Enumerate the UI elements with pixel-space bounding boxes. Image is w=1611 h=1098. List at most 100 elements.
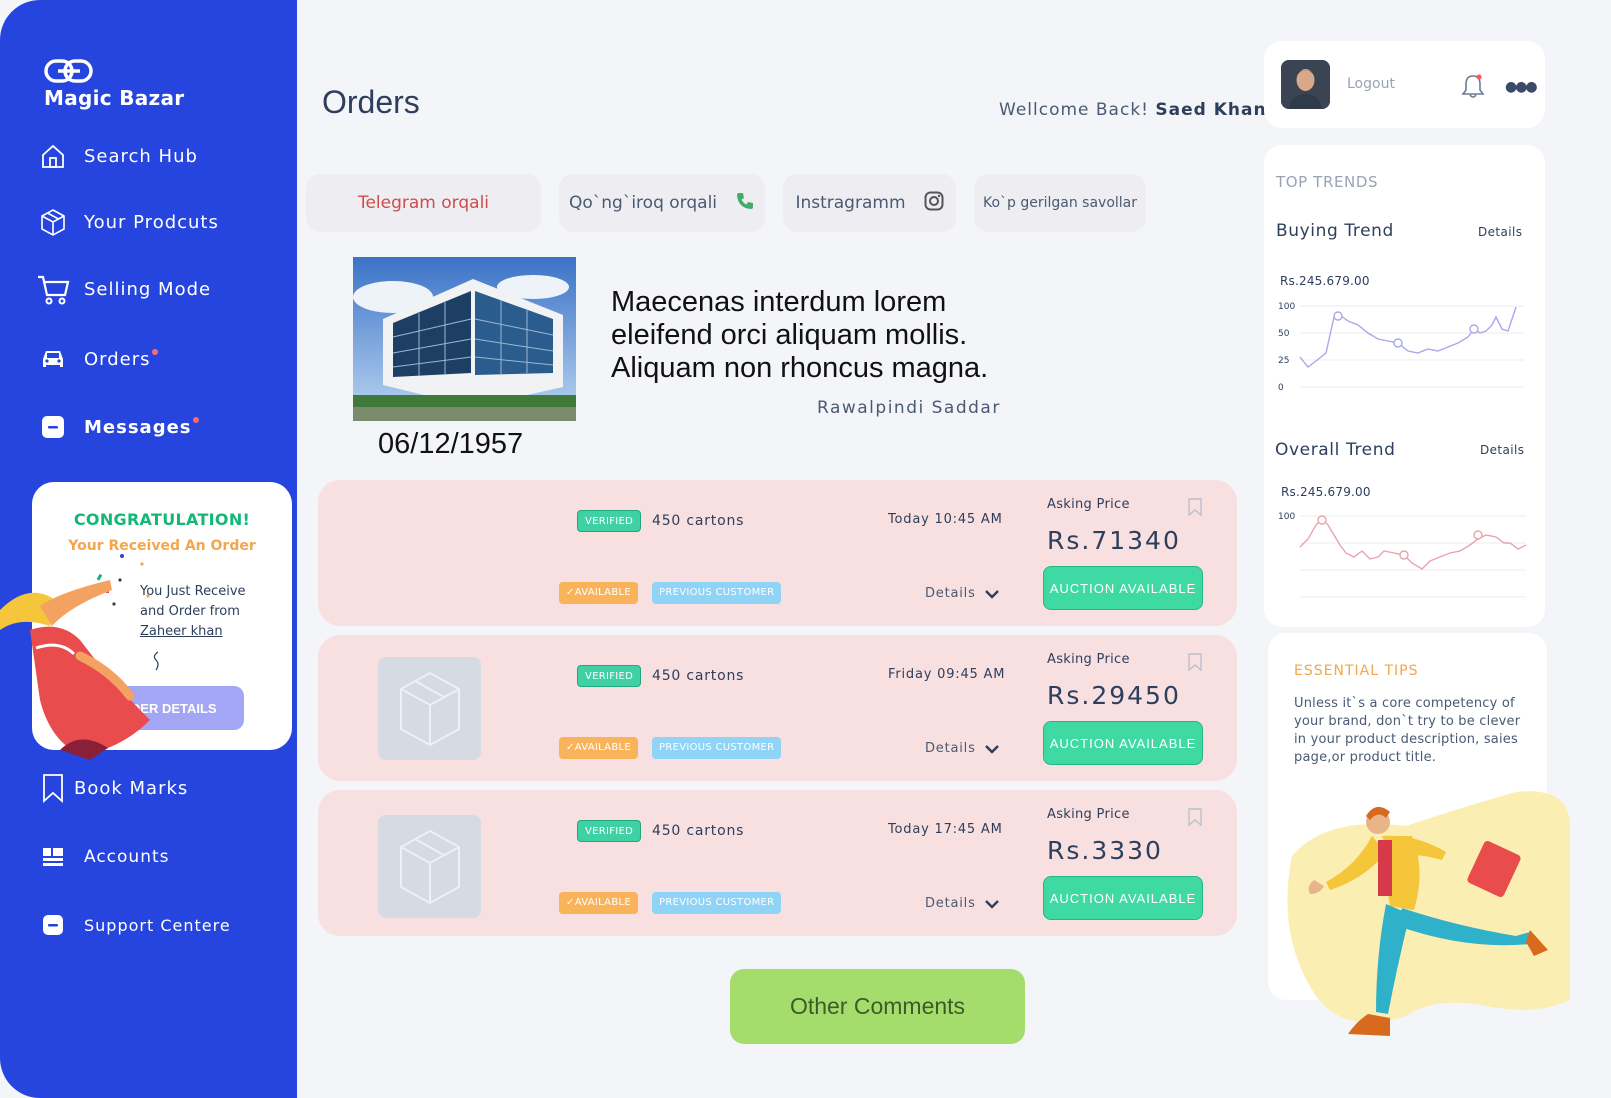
bookmark-icon[interactable] xyxy=(1187,498,1203,516)
nav-support[interactable]: Support Centere xyxy=(36,908,231,942)
previous-customer-badge: PREVIOUS CUSTOMER xyxy=(652,737,782,759)
buying-trend-chart: 100 50 25 0 xyxy=(1278,302,1524,393)
overall-trend-value: Rs.245.679.00 xyxy=(1281,485,1371,499)
tips-body: Unless it`s a core competency of your br… xyxy=(1294,696,1521,765)
bookmark-icon xyxy=(36,771,70,805)
cart-icon xyxy=(36,272,70,306)
overall-trend-chart: 100 xyxy=(1278,512,1527,598)
available-badge: ✓AVAILABLE xyxy=(559,892,638,914)
details-toggle[interactable]: Details xyxy=(925,586,1000,601)
faq-pill[interactable]: Ko`p gerilgan savollar xyxy=(974,174,1146,232)
chevron-down-icon xyxy=(984,589,999,599)
order-card[interactable]: VERIFIED 450 cartons Friday 09:45 AM ✓AV… xyxy=(318,635,1237,781)
phone-pill[interactable]: Qo`ng`iroq orqali xyxy=(559,174,765,232)
tick-label: 100 xyxy=(1278,512,1295,522)
tick-label: 0 xyxy=(1278,383,1284,393)
brand-logo[interactable]: Magic Bazar xyxy=(44,58,184,110)
auction-button[interactable]: AUCTION AVAILABLE xyxy=(1043,721,1203,765)
trends-header: TOP TRENDS xyxy=(1276,173,1379,191)
logout-link[interactable]: Logout xyxy=(1347,76,1395,92)
order-quantity: 450 cartons xyxy=(652,668,745,684)
asking-price-label: Asking Price xyxy=(1047,497,1130,512)
nav-label: Accounts xyxy=(84,847,170,867)
buying-trend-details[interactable]: Details xyxy=(1478,225,1522,239)
auction-button[interactable]: AUCTION AVAILABLE xyxy=(1043,876,1203,920)
overall-trend-details[interactable]: Details xyxy=(1480,443,1524,457)
nav-accounts[interactable]: Accounts xyxy=(36,840,170,874)
tips-header: ESSENTIAL TIPS xyxy=(1294,663,1419,679)
asking-price-label: Asking Price xyxy=(1047,652,1130,667)
box-placeholder-icon xyxy=(399,829,460,904)
order-time: Friday 09:45 AM xyxy=(888,667,1006,682)
pill-label: Qo`ng`iroq orqali xyxy=(568,193,718,213)
order-price: Rs.29450 xyxy=(1047,681,1181,710)
order-quantity: 450 cartons xyxy=(652,513,745,529)
nav-label: Orders xyxy=(84,348,158,370)
pill-label: Instragramm xyxy=(795,193,906,213)
congrats-title: CONGRATULATION! xyxy=(73,510,251,529)
avatar[interactable] xyxy=(1281,60,1330,109)
verified-badge: VERIFIED xyxy=(577,665,642,687)
product-thumbnail xyxy=(378,815,481,918)
pill-label: Ko`p gerilgan savollar xyxy=(982,195,1138,211)
profile-card: Logout ●●● xyxy=(1264,41,1545,128)
brand-name: Magic Bazar xyxy=(44,86,185,110)
phone-icon xyxy=(735,191,755,216)
building-photo xyxy=(353,257,576,421)
nav-your-products[interactable]: Your Prodcuts xyxy=(36,205,219,239)
page-title: Orders xyxy=(322,84,420,120)
tick-label: 25 xyxy=(1278,356,1289,366)
order-time: Today 17:45 AM xyxy=(888,822,1003,837)
nav-orders[interactable]: Orders xyxy=(36,342,158,376)
shopper-illustration xyxy=(1287,791,1570,1036)
nav-label: Search Hub xyxy=(84,145,198,167)
nav-selling-mode[interactable]: Selling Mode xyxy=(36,272,211,306)
buying-trend-title: Buying Trend xyxy=(1276,221,1394,241)
feature-location: Rawalpindi Saddar xyxy=(817,398,1001,418)
tick-label: 50 xyxy=(1278,329,1290,339)
order-quantity: 450 cartons xyxy=(652,823,745,839)
nav-label: Support Centere xyxy=(84,915,231,935)
nav-label: Messages xyxy=(84,416,199,438)
order-price: Rs.3330 xyxy=(1047,836,1163,865)
notification-dot xyxy=(192,416,199,423)
overall-trend-title: Overall Trend xyxy=(1275,440,1396,460)
instagram-pill[interactable]: Instragramm xyxy=(783,174,956,232)
verified-badge: VERIFIED xyxy=(577,820,642,842)
nav-label: Selling Mode xyxy=(84,278,212,300)
chevron-down-icon xyxy=(984,899,999,909)
box-placeholder-icon xyxy=(399,671,460,746)
order-card[interactable]: VERIFIED 450 cartons Today 17:45 AM ✓AVA… xyxy=(318,790,1237,936)
message-icon xyxy=(36,410,70,444)
nav-search-hub[interactable]: Search Hub xyxy=(36,139,198,173)
nav-book-marks[interactable]: Book Marks xyxy=(36,771,188,805)
tick-label: 100 xyxy=(1278,302,1295,312)
bookmark-icon[interactable] xyxy=(1187,653,1203,671)
details-toggle[interactable]: Details xyxy=(925,896,1000,911)
order-card[interactable]: VERIFIED 450 cartons Today 10:45 AM ✓AVA… xyxy=(318,480,1237,626)
telegram-pill[interactable]: Telegram orqali xyxy=(306,174,541,232)
bookmark-icon[interactable] xyxy=(1187,808,1203,826)
product-thumbnail xyxy=(378,657,481,760)
list-icon xyxy=(36,840,70,874)
nav-label: Book Marks xyxy=(74,777,189,799)
other-comments-button[interactable]: Other Comments xyxy=(730,969,1025,1044)
order-time: Today 10:45 AM xyxy=(888,512,1003,527)
instagram-icon xyxy=(924,191,944,216)
trends-card: TOP TRENDS Buying Trend Details Rs.245.6… xyxy=(1264,145,1545,627)
car-icon xyxy=(36,342,70,376)
nav-messages[interactable]: Messages xyxy=(36,410,199,444)
order-price: Rs.71340 xyxy=(1047,526,1181,555)
logo-icon xyxy=(44,59,93,83)
chevron-down-icon xyxy=(984,744,999,754)
auction-button[interactable]: AUCTION AVAILABLE xyxy=(1043,566,1203,610)
details-toggle[interactable]: Details xyxy=(925,741,1000,756)
previous-customer-badge: PREVIOUS CUSTOMER xyxy=(652,582,782,604)
bell-icon[interactable] xyxy=(1461,73,1485,99)
feature-text: Maecenas interdum lorem eleifend orci al… xyxy=(611,286,989,384)
welcome-text: Wellcome Back! Saed Khan xyxy=(999,100,1267,120)
buying-trend-value: Rs.245.679.00 xyxy=(1280,274,1370,288)
nav-label: Your Prodcuts xyxy=(84,211,219,233)
sidebar: Magic Bazar Search Hub Your Prodcuts Sel… xyxy=(0,0,297,1098)
more-icon[interactable]: ●●● xyxy=(1505,79,1538,95)
